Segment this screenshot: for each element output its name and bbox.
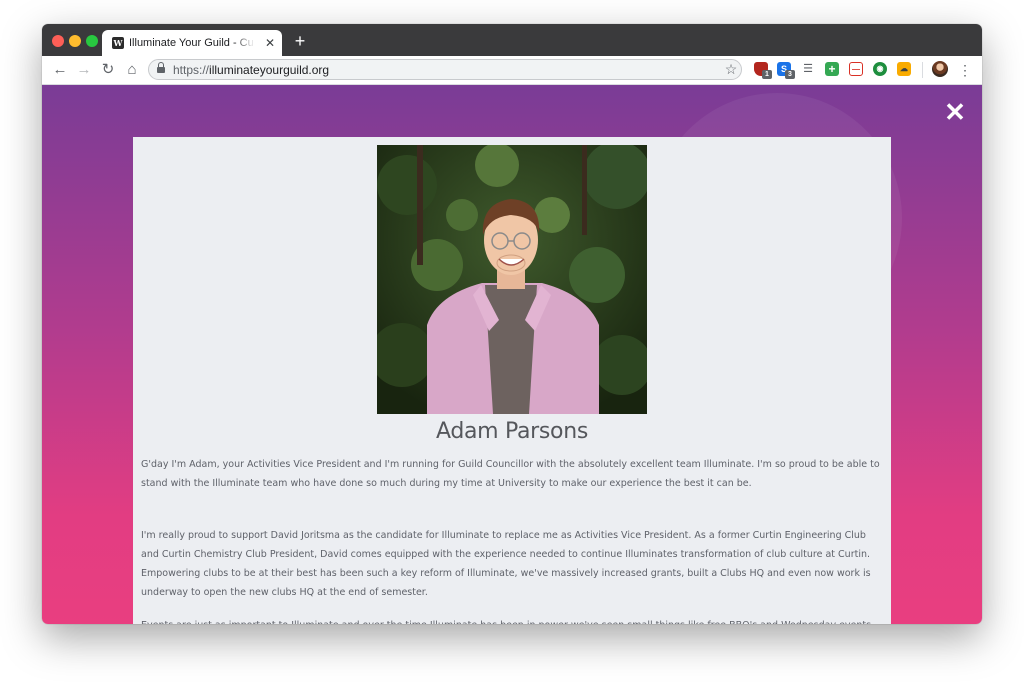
kebab-menu-icon[interactable]: ⋮ <box>958 60 972 80</box>
url-text[interactable]: https://illuminateyourguild.org <box>173 62 329 78</box>
modal-close-icon[interactable]: ✕ <box>944 99 966 125</box>
page-viewport: ✕ Adam Parsons G'day I'm Adam, your Acti… <box>42 85 982 624</box>
window-minimize-button[interactable] <box>69 35 81 47</box>
green-plus-icon[interactable]: + <box>825 62 839 76</box>
reload-icon[interactable]: ↻ <box>98 60 118 80</box>
profile-photo <box>377 145 647 414</box>
profile-name: Adam Parsons <box>435 419 589 444</box>
window-maximize-button[interactable] <box>86 35 98 47</box>
url-host: illuminateyourguild.org <box>209 63 330 77</box>
window-close-button[interactable] <box>52 35 64 47</box>
ext-badge: 3 <box>785 70 795 79</box>
browser-window: W Illuminate Your Guild - Curtin S ✕ + ←… <box>42 24 982 624</box>
reader-lines-icon[interactable]: ☰ <box>801 62 815 76</box>
bio-paragraph: I'm really proud to support David Jorits… <box>141 530 871 598</box>
toolbar-divider <box>922 62 923 78</box>
profile-modal: Adam Parsons G'day I'm Adam, your Activi… <box>133 137 891 624</box>
bio-paragraph: Events are just as important to Illumina… <box>141 616 883 624</box>
home-icon[interactable]: ⌂ <box>122 60 142 80</box>
address-bar[interactable]: https://illuminateyourguild.org ☆ <box>148 59 742 80</box>
profile-avatar-icon[interactable] <box>932 61 948 77</box>
tab-strip: W Illuminate Your Guild - Curtin S ✕ + <box>42 24 982 56</box>
site-favicon-icon: W <box>112 37 124 49</box>
tab-close-icon[interactable]: ✕ <box>262 35 278 51</box>
cloud-icon[interactable]: ☁ <box>897 62 911 76</box>
lock-icon[interactable] <box>157 62 165 74</box>
back-arrow-icon[interactable]: ← <box>50 60 70 80</box>
ublock-shield-icon[interactable]: 1 <box>754 62 772 79</box>
new-tab-button[interactable]: + <box>290 31 310 51</box>
red-dash-icon[interactable]: — <box>849 62 863 76</box>
browser-toolbar: ← → ↻ ⌂ https://illuminateyourguild.org … <box>42 56 982 85</box>
url-scheme: https:// <box>173 63 210 77</box>
bio-paragraph: G'day I'm Adam, your Activities Vice Pre… <box>141 459 880 489</box>
forward-arrow-icon[interactable]: → <box>74 60 94 80</box>
eye-icon[interactable]: ◉ <box>873 62 887 76</box>
skype-s-icon[interactable]: S3 <box>777 62 795 79</box>
tab-title-fade <box>233 34 255 52</box>
ext-badge: 1 <box>762 70 772 79</box>
tab-active[interactable]: W Illuminate Your Guild - Curtin S ✕ <box>102 30 282 56</box>
bookmark-star-icon[interactable]: ☆ <box>723 61 739 78</box>
